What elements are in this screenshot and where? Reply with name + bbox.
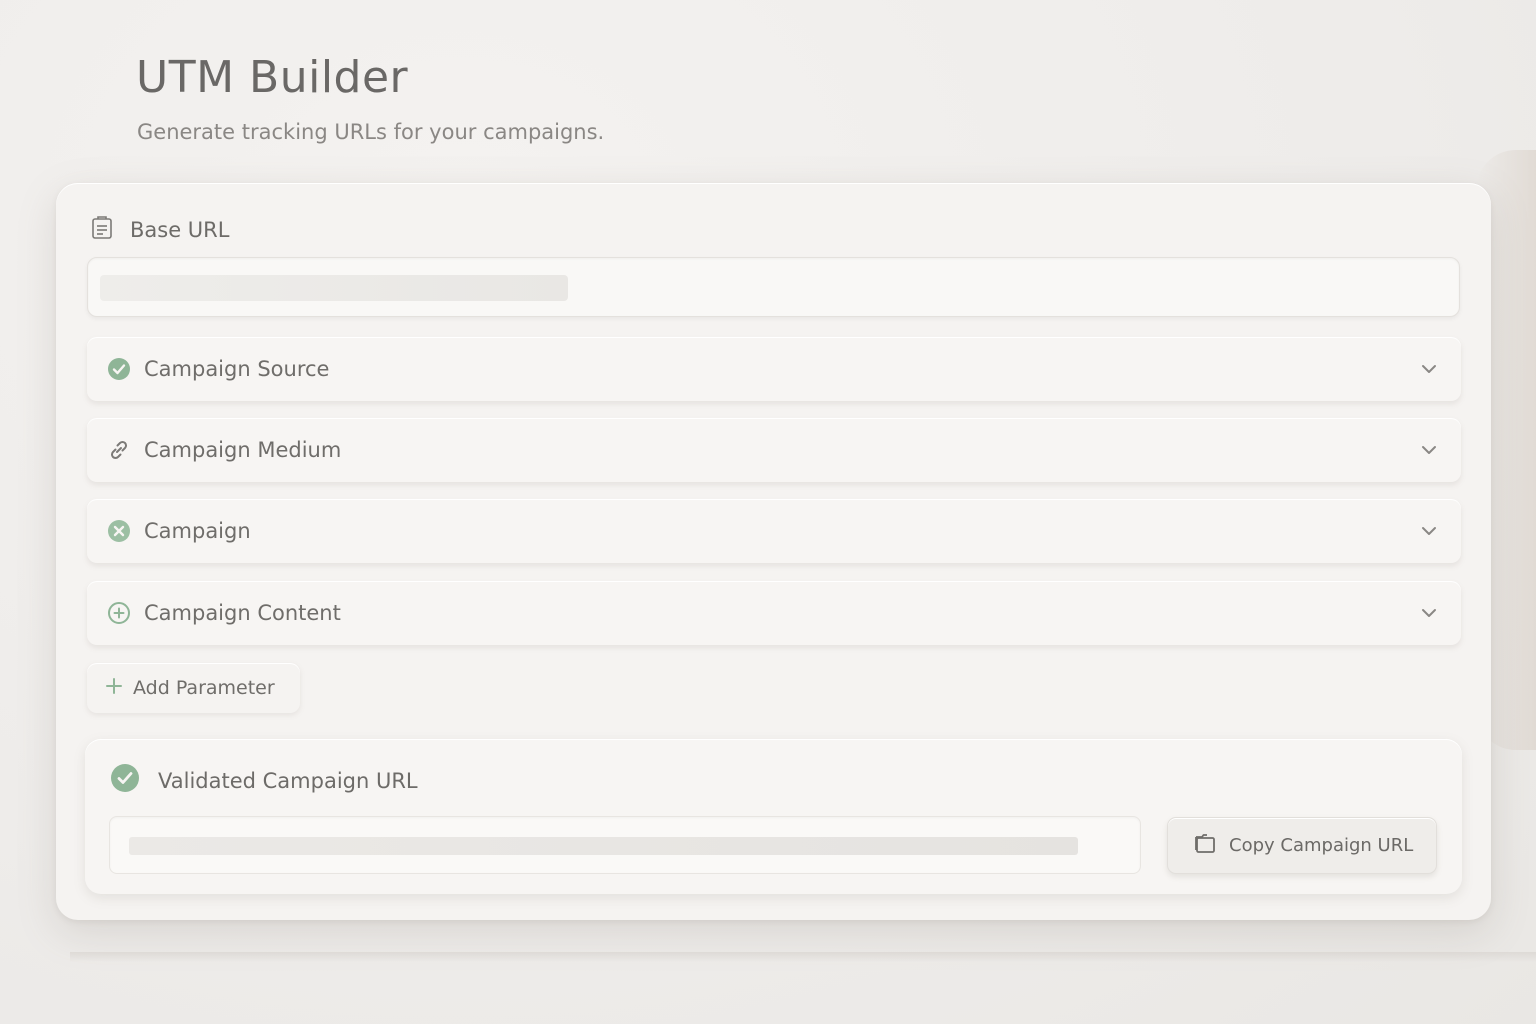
check-circle-icon <box>107 357 131 381</box>
param-campaign-medium[interactable]: Campaign Medium <box>87 418 1461 482</box>
base-url-placeholder <box>100 275 568 301</box>
chevron-down-icon[interactable] <box>1419 521 1439 541</box>
copy-icon <box>1193 831 1217 860</box>
plus-circle-icon <box>107 601 131 625</box>
check-circle-icon <box>110 763 140 798</box>
param-label: Campaign Content <box>144 601 341 625</box>
validated-url-label: Validated Campaign URL <box>158 768 418 793</box>
document-icon <box>88 214 116 247</box>
param-label: Campaign Medium <box>144 438 342 462</box>
page-subtitle: Generate tracking URLs for your campaign… <box>137 120 605 144</box>
plus-icon <box>105 677 123 700</box>
chevron-down-icon[interactable] <box>1419 603 1439 623</box>
param-campaign-content[interactable]: Campaign Content <box>87 581 1461 645</box>
base-url-label-row: Base URL <box>88 215 229 245</box>
param-campaign[interactable]: Campaign <box>87 499 1461 563</box>
copy-campaign-url-button[interactable]: Copy Campaign URL <box>1167 817 1437 874</box>
shelf-edge <box>70 952 1536 962</box>
validated-url-label-row: Validated Campaign URL <box>110 763 418 798</box>
campaign-url-placeholder <box>129 837 1078 855</box>
utm-form-card: Base URL Campaign Source Campaign Medium <box>56 183 1491 920</box>
copy-button-label: Copy Campaign URL <box>1229 835 1414 856</box>
base-url-label: Base URL <box>130 218 230 242</box>
validated-url-panel: Validated Campaign URL Copy Campaign URL <box>85 739 1462 894</box>
param-campaign-source[interactable]: Campaign Source <box>87 337 1461 401</box>
chevron-down-icon[interactable] <box>1419 440 1439 460</box>
param-label: Campaign Source <box>144 357 330 381</box>
base-url-input[interactable] <box>87 257 1460 317</box>
x-circle-icon <box>107 519 131 543</box>
add-parameter-button[interactable]: Add Parameter <box>87 663 300 713</box>
campaign-url-output[interactable] <box>109 816 1141 874</box>
param-label: Campaign <box>144 519 251 543</box>
page-title: UTM Builder <box>136 52 409 103</box>
chevron-down-icon[interactable] <box>1419 359 1439 379</box>
link-icon <box>107 438 131 462</box>
add-parameter-label: Add Parameter <box>133 677 275 699</box>
